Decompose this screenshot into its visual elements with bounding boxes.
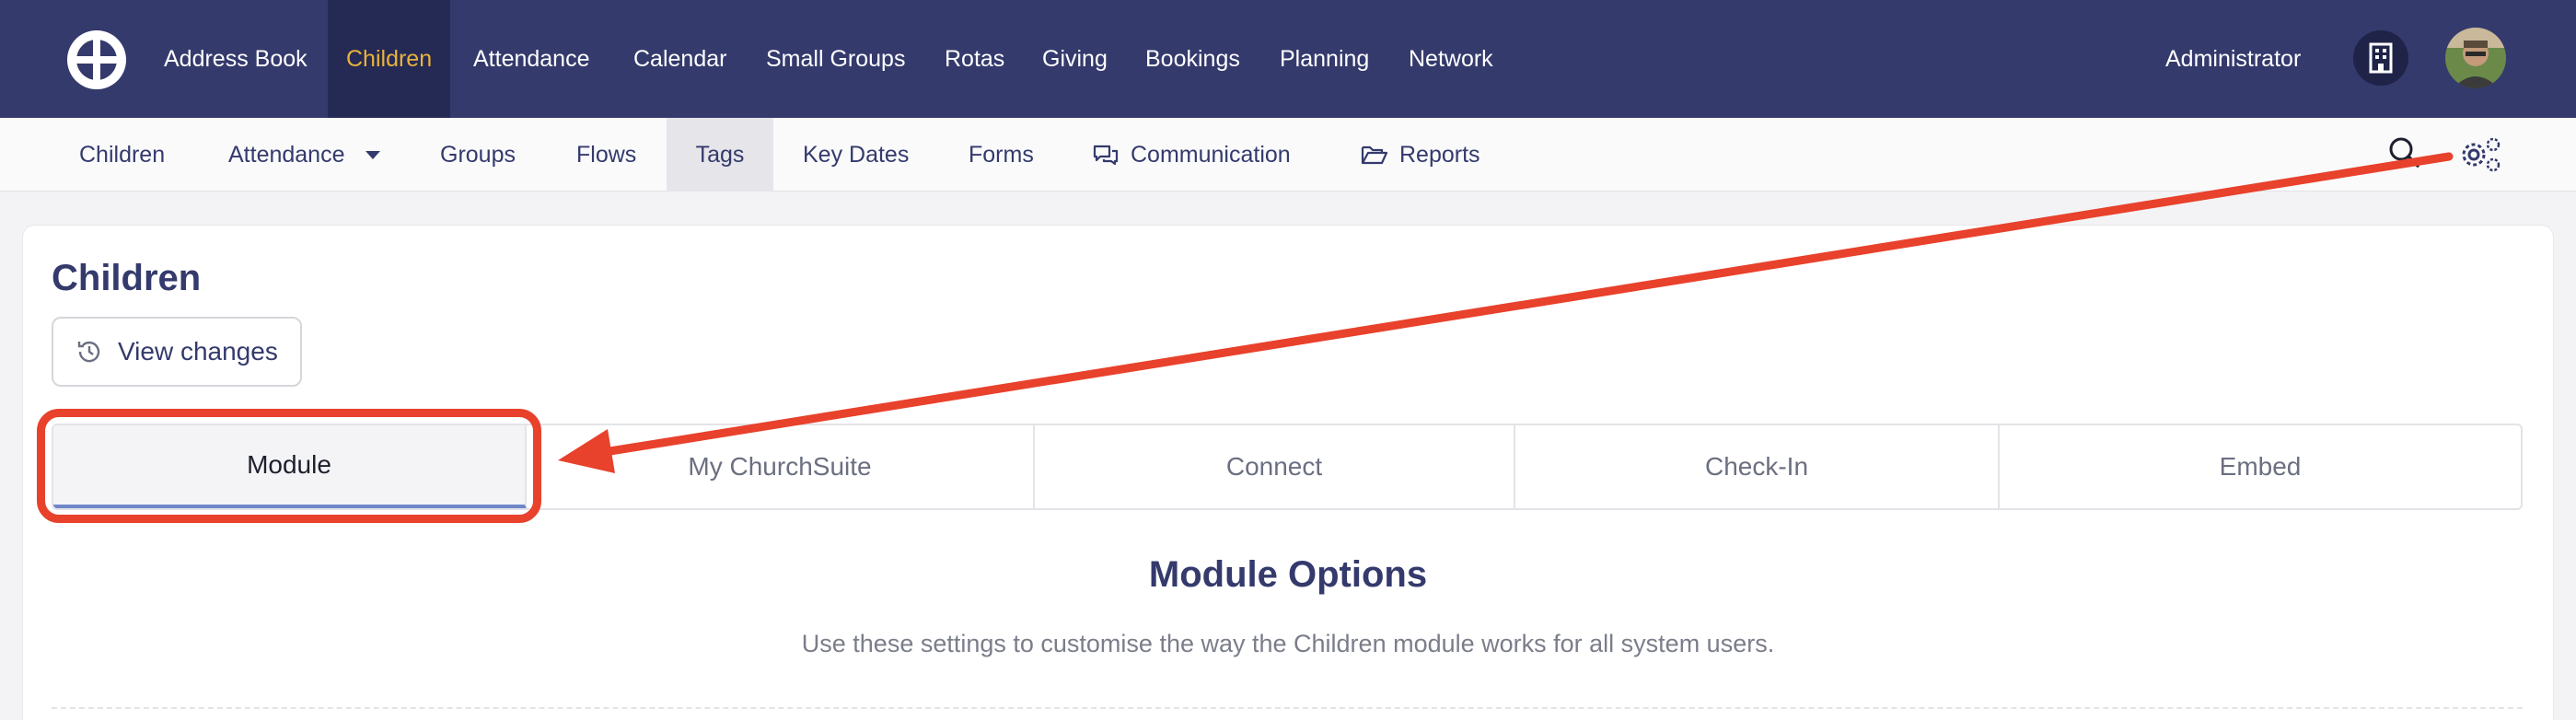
administrator-link[interactable]: Administrator — [2165, 0, 2301, 118]
topnav-children[interactable]: Children — [328, 0, 451, 118]
view-changes-button[interactable]: View changes — [52, 317, 302, 387]
building-icon — [2369, 42, 2393, 74]
subnav-label: Children — [79, 142, 166, 168]
subnav-reports[interactable]: Reports — [1361, 118, 1480, 192]
folder-open-icon — [1361, 145, 1388, 165]
tab-my-churchsuite[interactable]: My ChurchSuite — [527, 425, 1035, 508]
page-title: Children — [52, 258, 202, 298]
caret-down-icon — [365, 150, 380, 159]
topnav-calendar[interactable]: Calendar — [633, 0, 726, 118]
tab-check-in[interactable]: Check-In — [1515, 425, 2000, 508]
user-avatar[interactable] — [2445, 28, 2506, 88]
history-icon — [77, 341, 100, 363]
subnav-flows[interactable]: Flows — [576, 118, 636, 192]
subnav-communication[interactable]: Communication — [1092, 118, 1291, 192]
subnav-label: Reports — [1399, 142, 1480, 168]
subnav-label: Tags — [695, 142, 745, 168]
subnav-forms[interactable]: Forms — [969, 118, 1034, 192]
organisation-button[interactable] — [2353, 30, 2408, 86]
topnav-network[interactable]: Network — [1409, 0, 1493, 118]
churchsuite-logo-icon[interactable] — [66, 29, 127, 90]
topnav-small-groups[interactable]: Small Groups — [766, 0, 905, 118]
subnav-label: Attendance — [228, 142, 345, 168]
tab-embed[interactable]: Embed — [2000, 425, 2521, 508]
section-title: Module Options — [1148, 554, 1428, 595]
subnav-groups[interactable]: Groups — [440, 118, 516, 192]
topnav-rotas[interactable]: Rotas — [945, 0, 1004, 118]
topnav-attendance[interactable]: Attendance — [473, 0, 590, 118]
subnav-key-dates[interactable]: Key Dates — [803, 118, 909, 192]
subnav-tags[interactable]: Tags — [667, 118, 773, 192]
topnav-giving[interactable]: Giving — [1042, 0, 1108, 118]
view-changes-label: View changes — [118, 337, 278, 366]
annotation-highlight-box — [37, 409, 541, 523]
subnav-attendance[interactable]: Attendance — [228, 118, 380, 192]
topnav-address-book[interactable]: Address Book — [164, 0, 307, 118]
topnav-bookings[interactable]: Bookings — [1145, 0, 1240, 118]
topnav-planning[interactable]: Planning — [1280, 0, 1369, 118]
section-description: Use these settings to customise the way … — [801, 630, 1775, 657]
top-navigation-bar: Address Book Children Attendance Calenda… — [0, 0, 2576, 118]
gears-icon[interactable] — [2458, 134, 2504, 173]
subnav-label: Forms — [969, 142, 1034, 168]
subnav-label: Key Dates — [803, 142, 910, 168]
subnav-children[interactable]: Children — [79, 118, 165, 192]
chat-icon — [1093, 145, 1119, 166]
search-icon[interactable] — [2386, 134, 2423, 171]
section-divider — [52, 707, 2523, 709]
tab-connect[interactable]: Connect — [1035, 425, 1515, 508]
subnav-label: Groups — [440, 142, 516, 168]
subnav-label: Flows — [576, 142, 637, 168]
module-sub-navigation: Children Attendance Groups Flows Tags Ke… — [0, 118, 2576, 192]
subnav-label: Communication — [1131, 142, 1291, 168]
